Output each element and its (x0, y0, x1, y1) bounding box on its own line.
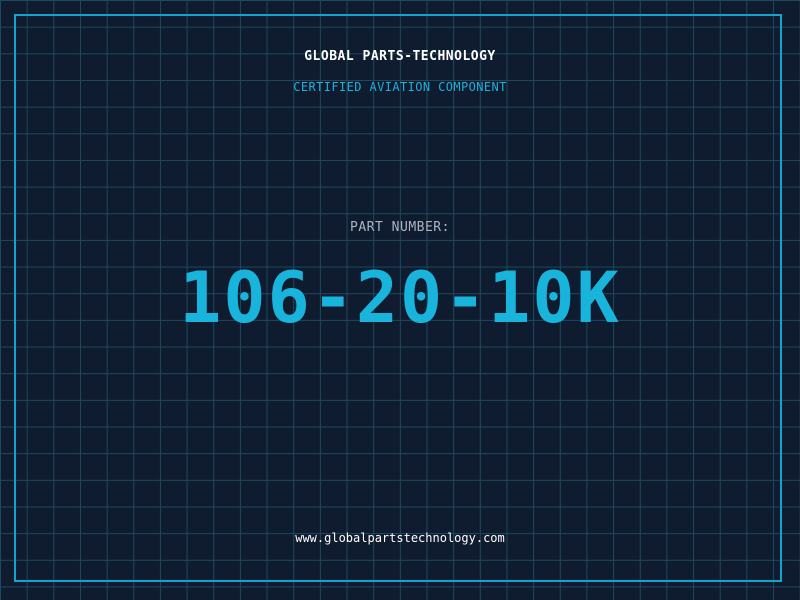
company-name: GLOBAL PARTS-TECHNOLOGY (304, 49, 496, 64)
part-number-label: PART NUMBER: (350, 220, 450, 235)
part-number-value: 106-20-10K (179, 257, 621, 339)
part-card: GLOBAL PARTS-TECHNOLOGY CERTIFIED AVIATI… (0, 0, 800, 600)
website-url: www.globalpartstechnology.com (295, 531, 505, 545)
certification-subtitle: CERTIFIED AVIATION COMPONENT (293, 80, 507, 94)
